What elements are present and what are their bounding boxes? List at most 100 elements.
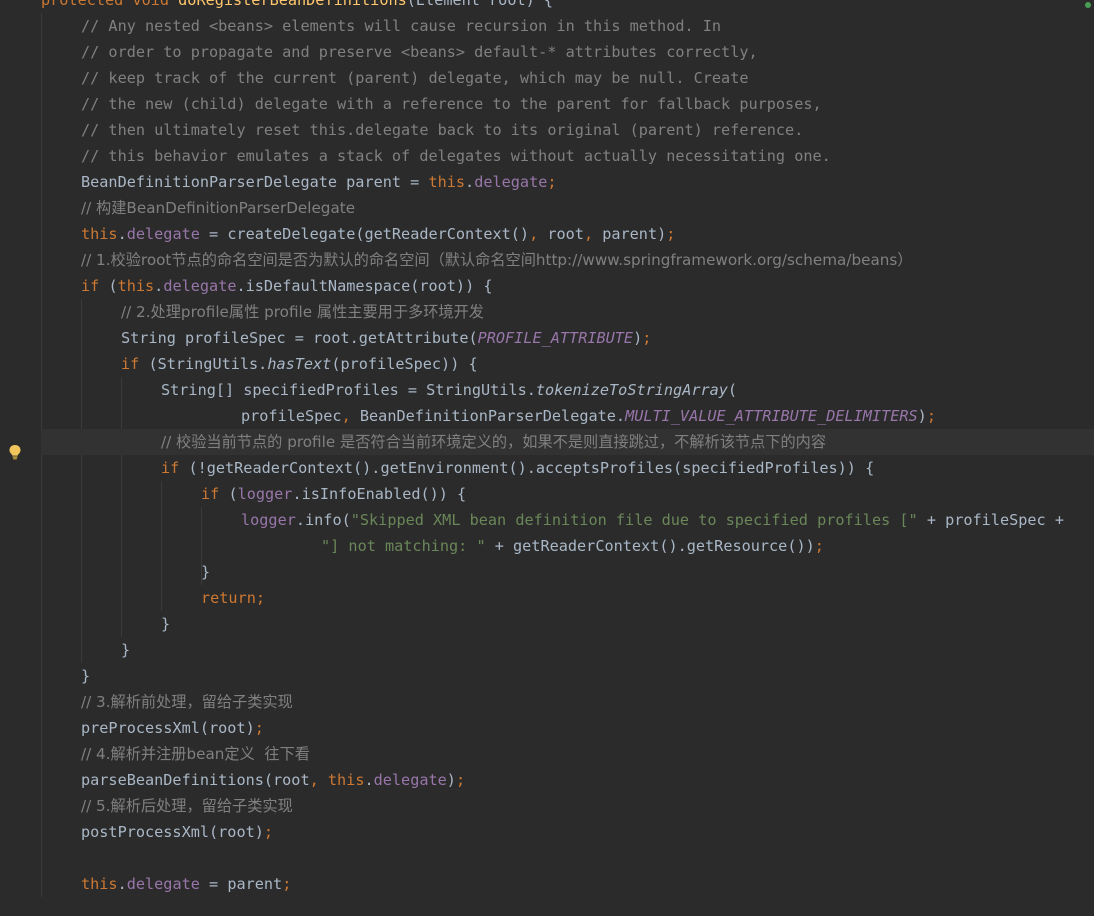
code-token-punct: ; <box>547 173 557 191</box>
code-line[interactable]: profileSpec, BeanDefinitionParserDelegat… <box>241 403 936 429</box>
code-token-punct: ; <box>455 771 466 789</box>
code-token-plain: .isDefaultNamespace(root)) { <box>236 277 493 295</box>
code-line[interactable]: logger.info("Skipped XML bean definition… <box>241 507 1064 533</box>
code-token-keyword: return <box>201 589 256 607</box>
code-token-plain: } <box>81 667 91 685</box>
code-token-plain: ) <box>917 407 927 425</box>
code-line[interactable]: // 构建BeanDefinitionParserDelegate <box>81 195 355 221</box>
code-editor[interactable]: protected void doRegisterBeanDefinitions… <box>0 0 1094 916</box>
code-line[interactable]: parseBeanDefinitions(root, this.delegate… <box>81 767 465 793</box>
code-token-keyword: this <box>81 875 118 893</box>
code-token-punct: ; <box>926 407 936 425</box>
code-token-comment: // 构建BeanDefinitionParserDelegate <box>81 199 356 217</box>
code-line[interactable]: // 校验当前节点的 profile 是否符合当前环境定义的，如果不是则直接跳过… <box>41 429 1094 455</box>
code-line[interactable]: // then ultimately reset this.delegate b… <box>81 117 803 143</box>
code-token-punct: , <box>341 407 360 425</box>
code-token-field: logger <box>241 511 296 529</box>
code-token-field: delegate <box>163 277 237 295</box>
code-area[interactable]: protected void doRegisterBeanDefinitions… <box>41 0 1094 903</box>
code-token-keyword: if <box>81 277 109 295</box>
code-token-comment: // 5.解析后处理，留给子类实现 <box>81 797 293 815</box>
code-line[interactable]: // order to propagate and preserve <bean… <box>81 39 758 65</box>
code-line[interactable]: if (!getReaderContext().getEnvironment()… <box>161 455 874 481</box>
code-line[interactable]: String profileSpec = root.getAttribute(P… <box>121 325 651 351</box>
code-token-plain: . <box>364 771 374 789</box>
code-token-plain: . <box>154 277 164 295</box>
code-token-string: "] not matching: " <box>321 537 495 555</box>
code-token-plain: root <box>547 225 584 243</box>
code-token-plain: parseBeanDefinitions(root <box>81 771 310 789</box>
code-token-plain: profileSpec <box>241 407 342 425</box>
code-token-plain: (!getReaderContext().getEnvironment().ac… <box>188 459 875 477</box>
code-line[interactable]: "] not matching: " + getReaderContext().… <box>321 533 824 559</box>
code-token-comment: // order to propagate and preserve <bean… <box>81 43 758 61</box>
code-token-static: hasText <box>267 355 332 373</box>
code-line[interactable]: } <box>81 663 90 689</box>
code-line[interactable]: // 1.校验root节点的命名空间是否为默认的命名空间（默认命名空间http:… <box>81 247 913 273</box>
error-stripe-marker <box>1082 0 1094 12</box>
code-token-comment: // Any nested <beans> elements will caus… <box>81 17 722 35</box>
code-token-plain: + getReaderContext().getResource()) <box>494 537 815 555</box>
code-line[interactable]: if (this.delegate.isDefaultNamespace(roo… <box>81 273 493 299</box>
code-token-punct: ; <box>263 823 274 841</box>
code-line[interactable]: // the new (child) delegate with a refer… <box>81 91 822 117</box>
code-token-plain: ( <box>727 381 738 399</box>
code-token-plain: ( <box>108 277 118 295</box>
code-token-keyword: this <box>428 173 466 191</box>
code-token-comment: // 4.解析并注册bean定义 往下看 <box>81 745 310 763</box>
code-line[interactable]: if (logger.isInfoEnabled()) { <box>201 481 466 507</box>
code-line[interactable]: // this behavior emulates a stack of del… <box>81 143 831 169</box>
code-line[interactable]: BeanDefinitionParserDelegate parent = th… <box>81 169 557 195</box>
code-line[interactable]: // keep track of the current (parent) de… <box>81 65 749 91</box>
lightbulb-icon[interactable] <box>8 444 22 460</box>
code-token-comment: // 2.处理profile属性 profile 属性主要用于多环境开发 <box>121 303 484 321</box>
code-token-punct: ; <box>642 329 652 347</box>
code-token-plain: String[] specifiedProfiles = StringUtils… <box>161 381 536 399</box>
code-token-plain: (Element root) { <box>406 0 554 9</box>
code-token-plain: = parent <box>199 875 283 893</box>
code-line[interactable]: String[] specifiedProfiles = StringUtils… <box>161 377 737 403</box>
code-token-comment: // then ultimately reset this.delegate b… <box>81 121 804 139</box>
code-token-plain: .isInfoEnabled()) { <box>292 485 467 503</box>
code-token-plain: parent) <box>602 225 667 243</box>
code-line[interactable]: protected void doRegisterBeanDefinitions… <box>41 0 553 13</box>
code-token-plain: (StringUtils. <box>148 355 268 373</box>
code-line[interactable]: // 5.解析后处理，留给子类实现 <box>81 793 293 819</box>
code-line[interactable]: this.delegate = createDelegate(getReader… <box>81 221 675 247</box>
code-token-comment: // 校验当前节点的 profile 是否符合当前环境定义的，如果不是则直接跳过… <box>161 433 827 451</box>
code-token-method-decl: doRegisterBeanDefinitions <box>178 0 407 9</box>
code-line[interactable]: this.delegate = parent; <box>81 871 291 897</box>
code-token-plain: ) <box>446 771 456 789</box>
code-token-comment: // keep track of the current (parent) de… <box>81 69 749 87</box>
code-token-plain: . <box>465 173 475 191</box>
code-line[interactable]: return; <box>201 585 265 611</box>
code-token-plain: ( <box>228 485 238 503</box>
code-token-plain: BeanDefinitionParserDelegate. <box>359 407 626 425</box>
code-token-const: MULTI_VALUE_ATTRIBUTE_DELIMITERS <box>625 407 918 425</box>
code-token-field: delegate <box>126 875 200 893</box>
code-token-plain: . <box>117 875 127 893</box>
code-line[interactable]: // Any nested <beans> elements will caus… <box>81 13 721 39</box>
code-line[interactable]: // 4.解析并注册bean定义 往下看 <box>81 741 310 767</box>
code-line[interactable]: // 2.处理profile属性 profile 属性主要用于多环境开发 <box>121 299 484 325</box>
code-token-string: "Skipped XML bean definition file due to… <box>350 511 927 529</box>
code-token-plain: + profileSpec + <box>926 511 1064 529</box>
code-token-plain: BeanDefinitionParserDelegate parent = <box>81 173 429 191</box>
code-token-plain: String profileSpec = root.getAttribute( <box>121 329 478 347</box>
code-token-punct: ; <box>666 225 676 243</box>
code-line[interactable]: } <box>121 637 130 663</box>
code-line[interactable]: if (StringUtils.hasText(profileSpec)) { <box>121 351 478 377</box>
code-line[interactable]: } <box>201 559 210 585</box>
code-token-field: delegate <box>474 173 548 191</box>
code-token-punct: , <box>529 225 548 243</box>
code-token-plain: .info( <box>295 511 351 529</box>
code-line[interactable]: postProcessXml(root); <box>81 819 273 845</box>
code-line[interactable]: preProcessXml(root); <box>81 715 264 741</box>
code-token-punct: ; <box>254 719 264 737</box>
code-token-plain: = createDelegate(getReaderContext() <box>199 225 530 243</box>
code-line[interactable]: // 3.解析前处理，留给子类实现 <box>81 689 293 715</box>
code-token-plain: postProcessXml(root) <box>81 823 264 841</box>
code-line[interactable]: } <box>161 611 170 637</box>
code-token-field: delegate <box>126 225 200 243</box>
code-token-punct: ; <box>282 875 292 893</box>
